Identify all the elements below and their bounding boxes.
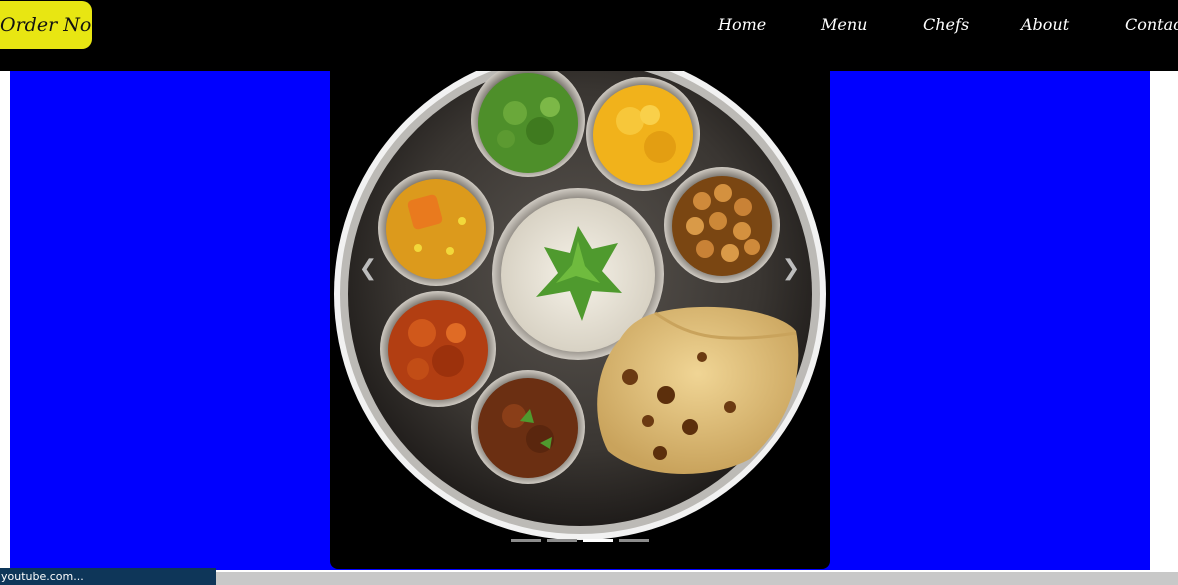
carousel-next-icon[interactable]: ❯: [779, 257, 803, 281]
nav-links: Home Menu Chefs About Contact: [0, 14, 1178, 38]
carousel-indicator-3[interactable]: [583, 539, 613, 542]
horizontal-scrollbar[interactable]: [216, 572, 1178, 585]
nav-chefs-link[interactable]: Chefs: [923, 14, 969, 36]
navbar: Order Now Home Menu Chefs About Contact: [0, 0, 1178, 71]
nav-home-link[interactable]: Home: [718, 14, 766, 36]
carousel-indicator-4[interactable]: [619, 539, 649, 542]
carousel-indicator-2[interactable]: [547, 539, 577, 542]
image-carousel[interactable]: ❮ ❯: [330, 71, 830, 569]
carousel-indicators: [511, 539, 651, 543]
thali-plate-image: [334, 71, 826, 540]
carousel-indicator-1[interactable]: [511, 539, 541, 542]
nav-contact-link[interactable]: Contact: [1125, 14, 1178, 36]
nav-menu-link[interactable]: Menu: [821, 14, 867, 36]
nav-about-link[interactable]: About: [1021, 14, 1069, 36]
browser-status-bar: youtube.com...: [0, 568, 216, 585]
carousel-prev-icon[interactable]: ❮: [356, 257, 380, 281]
